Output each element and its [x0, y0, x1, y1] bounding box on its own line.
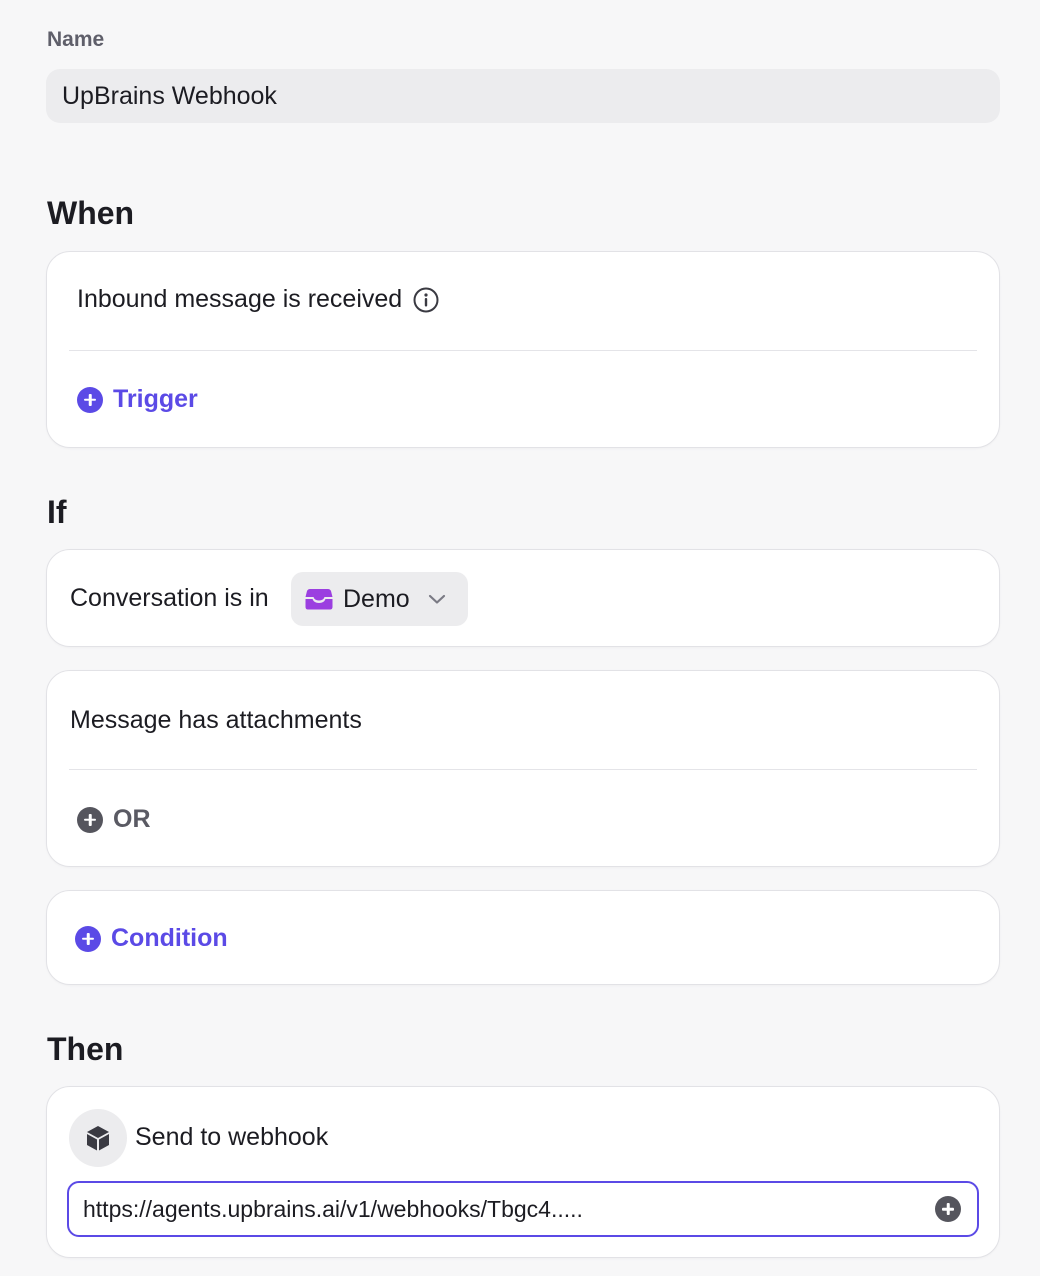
trigger-label: Inbound message is received [77, 285, 403, 313]
insert-variable-icon[interactable] [935, 1196, 961, 1222]
webhook-icon-badge [69, 1109, 127, 1167]
divider [69, 769, 977, 770]
add-trigger-label: Trigger [113, 385, 198, 413]
plus-circle-icon [77, 806, 103, 833]
when-card: Inbound message is received Trigger [46, 251, 1000, 448]
inbox-dropdown[interactable]: Demo [291, 572, 468, 626]
name-input[interactable] [46, 69, 1000, 123]
plus-circle-icon [77, 386, 103, 413]
rule-editor: Name When Inbound message is received Tr… [0, 0, 1040, 1276]
add-or-condition-button[interactable]: OR [77, 805, 151, 834]
if-section-title: If [47, 494, 67, 530]
info-icon[interactable] [413, 287, 439, 313]
action-label: Send to webhook [135, 1123, 329, 1151]
condition-text: Conversation is in [70, 584, 269, 612]
add-condition-card: Condition [46, 890, 1000, 985]
inbox-value: Demo [343, 584, 410, 613]
inbox-icon [305, 589, 333, 610]
chevron-down-icon [428, 594, 445, 604]
or-label: OR [113, 805, 151, 833]
trigger-row[interactable]: Inbound message is received [77, 285, 439, 314]
divider [69, 350, 977, 351]
then-section-title: Then [47, 1031, 124, 1067]
webhook-url-input[interactable] [67, 1181, 979, 1237]
add-condition-button[interactable]: Condition [75, 924, 228, 953]
when-section-title: When [47, 195, 135, 231]
add-condition-label: Condition [111, 924, 228, 952]
action-card: Send to webhook [46, 1086, 1000, 1258]
condition-card-inbox: Conversation is in Demo [46, 549, 1000, 647]
plus-circle-icon [75, 925, 101, 952]
add-trigger-button[interactable]: Trigger [77, 385, 198, 414]
name-label: Name [47, 28, 105, 51]
condition-attachments-text: Message has attachments [70, 706, 362, 734]
condition-card-attachments: Message has attachments OR [46, 670, 1000, 867]
cube-icon [87, 1126, 109, 1151]
